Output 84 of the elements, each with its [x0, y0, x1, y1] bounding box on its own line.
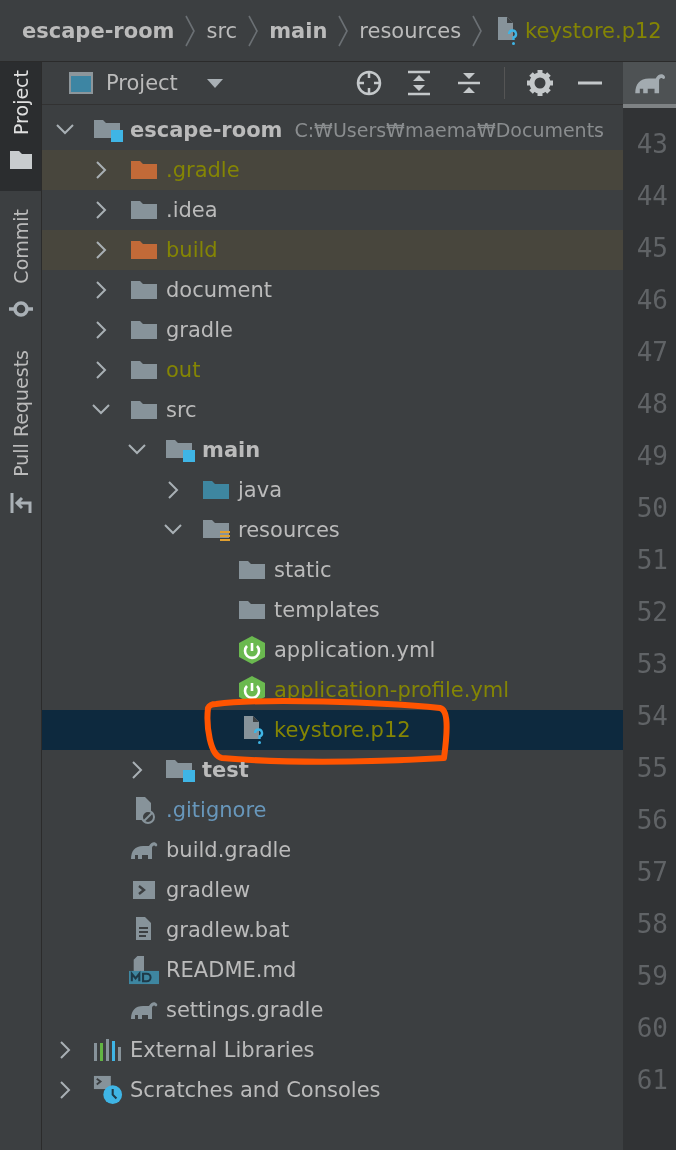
tree-item-label[interactable]: .gitignore: [166, 798, 267, 822]
tree-item-label[interactable]: src: [166, 398, 197, 422]
chevron-separator-icon: [471, 13, 484, 48]
folder-icon: [130, 239, 158, 261]
tree-row[interactable]: static: [42, 550, 623, 590]
spring-leaf-icon: [237, 636, 267, 664]
gradle-tab[interactable]: [623, 62, 676, 108]
tree-row[interactable]: resources: [42, 510, 623, 550]
folder-icon: [130, 279, 158, 301]
tree-row[interactable]: .idea: [42, 190, 623, 230]
dropdown-caret-icon: [205, 77, 224, 89]
markdown-file-icon: [129, 955, 159, 985]
view-selector[interactable]: Project: [68, 71, 224, 95]
tree-row[interactable]: keystore.p12: [42, 710, 623, 750]
tree-row[interactable]: gradle: [42, 310, 623, 350]
tree-item-label[interactable]: resources: [238, 518, 340, 542]
tree-row[interactable]: document: [42, 270, 623, 310]
tree-row[interactable]: External Libraries: [42, 1030, 623, 1070]
tree-item-label[interactable]: main: [202, 438, 261, 462]
tree-row[interactable]: java: [42, 470, 623, 510]
chevron-separator-icon: [184, 13, 197, 48]
chevron-separator-icon: [337, 13, 350, 48]
tree-row[interactable]: src: [42, 390, 623, 430]
tree-item-label[interactable]: escape-room: [130, 118, 283, 142]
tree-item-label[interactable]: test: [202, 758, 249, 782]
window-icon: [68, 71, 94, 95]
folder-icon: [130, 399, 158, 421]
sidebar-tab[interactable]: Commit: [0, 201, 41, 332]
tree-row[interactable]: .gitignore: [42, 790, 623, 830]
resources-folder-icon: [202, 518, 230, 542]
tree-item-label[interactable]: .idea: [166, 198, 218, 222]
sidebar-tab[interactable]: Pull Requests: [0, 341, 41, 527]
tree-row[interactable]: README.md: [42, 950, 623, 990]
sidebar-tab[interactable]: Project: [0, 62, 41, 191]
folder-icon: [238, 599, 266, 621]
module-folder-icon: [165, 758, 195, 782]
chevron-separator-icon: [247, 13, 260, 48]
folder-icon: [130, 199, 158, 221]
tree-item-label[interactable]: document: [166, 278, 272, 302]
expand-all-button[interactable]: [405, 69, 433, 97]
tree-item-label[interactable]: java: [238, 478, 282, 502]
breadcrumb-item[interactable]: resources: [359, 18, 462, 43]
tree-row[interactable]: Scratches and Consoles: [42, 1070, 623, 1110]
folder-icon: [8, 149, 33, 171]
tree-row[interactable]: main: [42, 430, 623, 470]
tree-row[interactable]: test: [42, 750, 623, 790]
breadcrumb-item[interactable]: src: [206, 18, 238, 43]
tree-item-label[interactable]: gradlew.bat: [166, 918, 290, 942]
tree-item-label[interactable]: README.md: [166, 958, 297, 982]
module-folder-icon: [93, 118, 123, 142]
breadcrumb-item[interactable]: escape-room: [22, 18, 175, 43]
tree-item-label[interactable]: Scratches and Consoles: [130, 1078, 381, 1102]
elephant-icon: [129, 999, 159, 1021]
project-path: C:₩Users₩maema₩Documents: [294, 119, 604, 141]
tree-row[interactable]: settings.gradle: [42, 990, 623, 1030]
tree-item-label[interactable]: gradlew: [166, 878, 251, 902]
folder-icon: [130, 159, 158, 181]
settings-icon[interactable]: [526, 69, 554, 97]
elephant-icon: [129, 839, 159, 861]
folder-icon: [130, 359, 158, 381]
folder-icon: [202, 479, 230, 501]
tree-item-label[interactable]: application.yml: [274, 638, 436, 662]
tree-item-label[interactable]: keystore.p12: [274, 718, 411, 742]
tree-item-label[interactable]: build.gradle: [166, 838, 292, 862]
tree-item-label[interactable]: External Libraries: [130, 1038, 315, 1062]
pull-request-icon: [8, 490, 33, 515]
tree-item-label[interactable]: templates: [274, 598, 380, 622]
tree-row[interactable]: gradlew: [42, 870, 623, 910]
tree-row[interactable]: escape-room C:₩Users₩maema₩Documents: [42, 110, 623, 150]
tree-row[interactable]: application.yml: [42, 630, 623, 670]
breadcrumb-item[interactable]: main: [269, 18, 328, 43]
tree-row[interactable]: build.gradle: [42, 830, 623, 870]
tree-item-label[interactable]: gradle: [166, 318, 233, 342]
libraries-icon: [93, 1037, 123, 1063]
tree-item-label[interactable]: settings.gradle: [166, 998, 324, 1022]
locate-button[interactable]: [355, 69, 383, 97]
tree-row[interactable]: templates: [42, 590, 623, 630]
tree-row[interactable]: gradlew.bat: [42, 910, 623, 950]
module-folder-icon: [165, 438, 195, 462]
folder-icon: [238, 559, 266, 581]
scratch-console-icon: [93, 1074, 123, 1106]
terminal-file-icon: [131, 879, 157, 901]
tree-item-label[interactable]: static: [274, 558, 332, 582]
folder-icon: [130, 319, 158, 341]
